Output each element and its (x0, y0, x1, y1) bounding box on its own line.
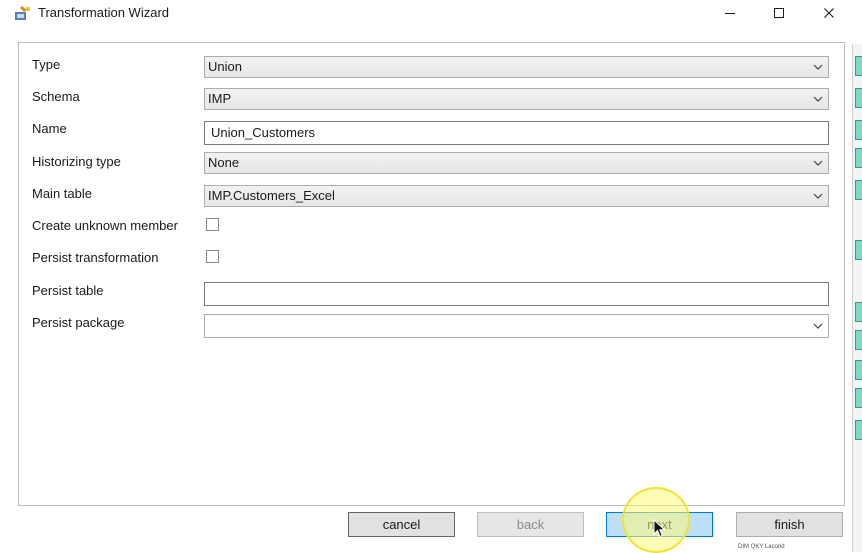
maximize-icon (774, 8, 784, 18)
create-unknown-member-checkbox[interactable] (206, 218, 219, 231)
back-button[interactable]: back (477, 512, 584, 537)
type-select[interactable]: Union (204, 56, 829, 78)
window-title: Transformation Wizard (38, 5, 169, 20)
chevron-down-icon (813, 153, 823, 173)
type-value: Union (208, 59, 242, 74)
schema-label: Schema (32, 89, 80, 104)
schema-value: IMP (208, 91, 232, 106)
wizard-panel (18, 42, 845, 506)
background-window-edge (852, 44, 862, 552)
historizing-type-label: Historizing type (32, 154, 121, 169)
background-partial-text: DIM QKY Lacorid (738, 544, 785, 550)
maximize-button[interactable] (756, 0, 802, 26)
wizard-app-icon (15, 6, 31, 20)
historizing-type-value: None (208, 155, 240, 170)
name-value: Union_Customers (211, 125, 316, 140)
close-icon (824, 8, 834, 18)
minimize-button[interactable] (707, 0, 753, 26)
chevron-down-icon (813, 315, 823, 337)
schema-select[interactable]: IMP (204, 88, 829, 110)
finish-button[interactable]: finish (736, 512, 843, 537)
persist-package-select[interactable] (204, 314, 829, 338)
cancel-button[interactable]: cancel (348, 512, 455, 537)
main-table-value: IMP.Customers_Excel (208, 188, 335, 203)
main-table-select[interactable]: IMP.Customers_Excel (204, 185, 829, 207)
persist-transformation-label: Persist transformation (32, 250, 159, 265)
type-label: Type (32, 57, 61, 72)
persist-table-label: Persist table (32, 283, 104, 298)
persist-table-input[interactable] (204, 282, 829, 306)
next-button[interactable]: next (606, 512, 713, 537)
historizing-type-select[interactable]: None (204, 152, 829, 174)
chevron-down-icon (813, 89, 823, 109)
title-bar: Transformation Wizard (0, 0, 862, 26)
persist-package-label: Persist package (32, 315, 125, 330)
close-button[interactable] (806, 0, 852, 26)
main-table-label: Main table (32, 186, 92, 201)
chevron-down-icon (813, 57, 823, 77)
minimize-icon (725, 13, 735, 14)
name-label: Name (32, 121, 67, 136)
persist-transformation-checkbox[interactable] (206, 250, 219, 263)
chevron-down-icon (813, 186, 823, 206)
name-input[interactable]: Union_Customers (204, 121, 829, 145)
create-unknown-member-label: Create unknown member (32, 218, 178, 233)
